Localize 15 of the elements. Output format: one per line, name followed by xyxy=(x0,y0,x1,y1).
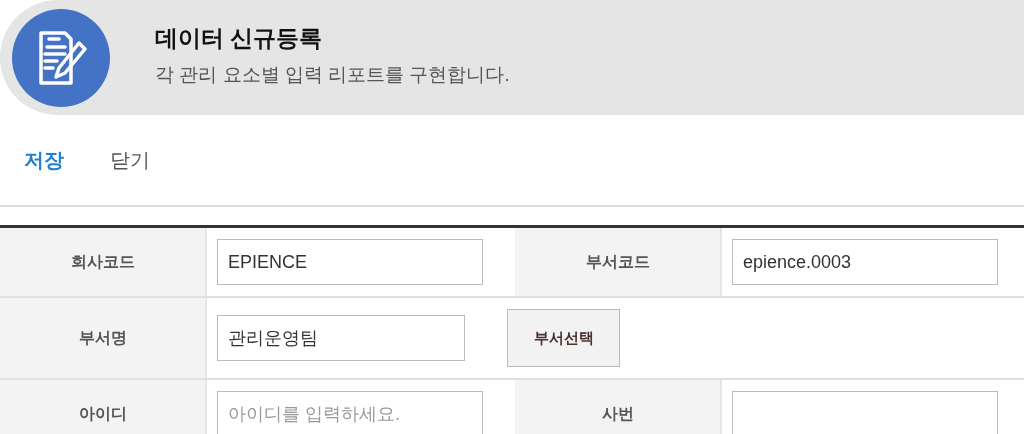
input-field[interactable]: 아이디를 입력하세요. xyxy=(217,391,483,434)
field-label: 회사코드 xyxy=(0,228,205,296)
select-department-button[interactable]: 부서선택 xyxy=(507,309,620,367)
close-button[interactable]: 닫기 xyxy=(110,145,150,175)
page-title: 데이터 신규등록 xyxy=(155,25,324,54)
field-label: 사번 xyxy=(515,380,720,434)
input-field[interactable]: EPIENCE xyxy=(217,239,483,285)
field-label: 아이디 xyxy=(0,380,205,434)
field-label: 부서코드 xyxy=(515,228,720,296)
input-field[interactable] xyxy=(732,391,998,434)
field-label: 부서명 xyxy=(0,298,205,378)
save-button[interactable]: 저장 xyxy=(24,145,64,175)
input-field[interactable]: 관리운영팀 xyxy=(217,315,465,361)
input-field[interactable]: epience.0003 xyxy=(732,239,998,285)
page-subtitle: 각 관리 요소별 입력 리포트를 구현합니다. xyxy=(155,63,510,88)
